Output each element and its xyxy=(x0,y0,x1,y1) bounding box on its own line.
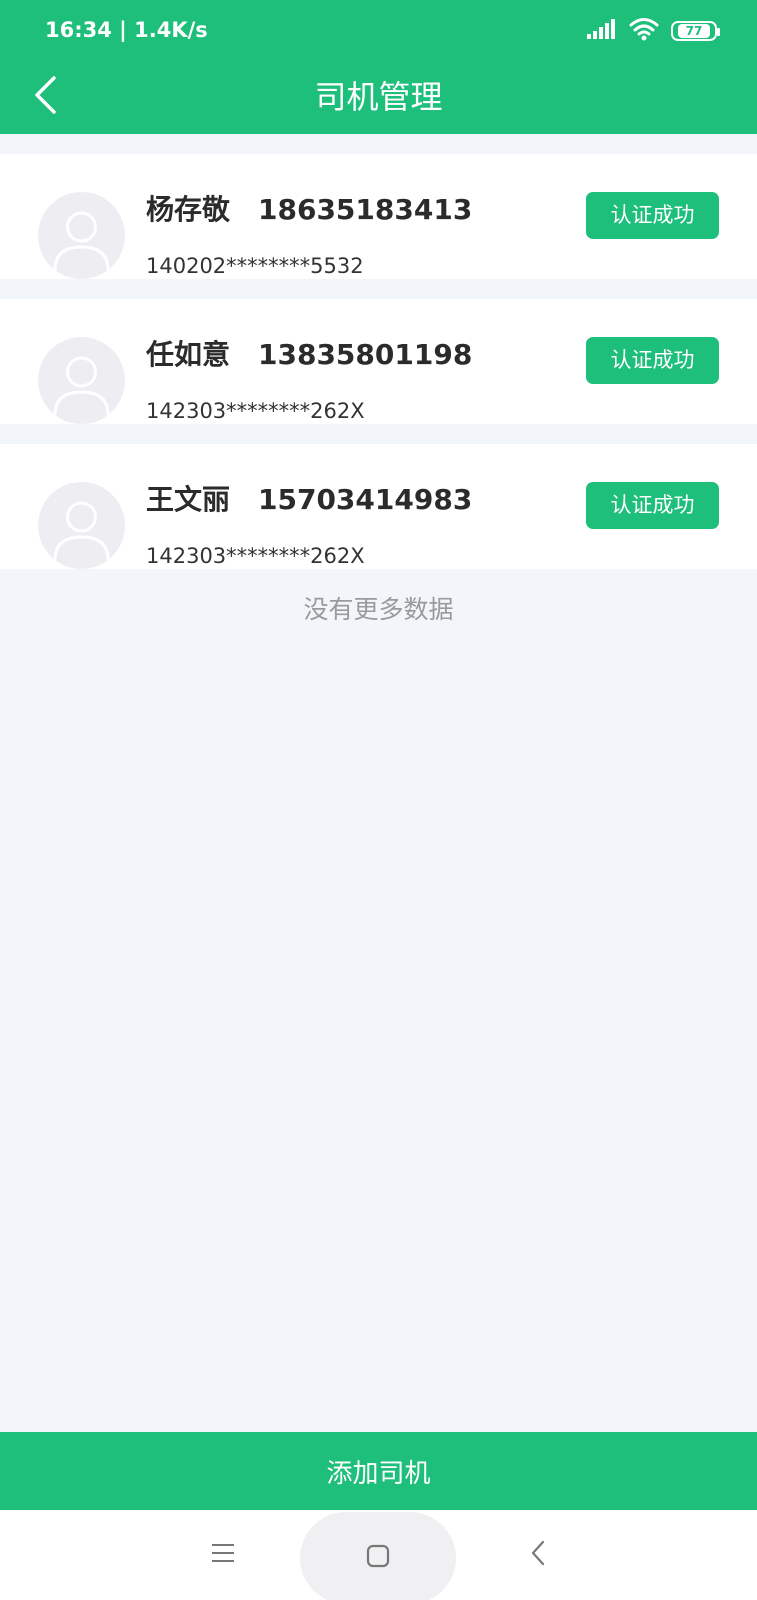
home-icon xyxy=(365,1543,391,1573)
battery-level: 77 xyxy=(677,24,711,38)
avatar xyxy=(38,192,125,279)
driver-card[interactable]: 王文丽 15703414983 142303********262X 认证成功 xyxy=(0,444,757,569)
user-icon xyxy=(53,211,110,271)
add-driver-button[interactable]: 添加司机 xyxy=(0,1432,757,1510)
user-icon xyxy=(53,501,110,561)
system-nav-bar xyxy=(0,1510,757,1600)
status-badge[interactable]: 认证成功 xyxy=(586,482,719,529)
avatar xyxy=(38,482,125,569)
battery-icon: 77 xyxy=(671,21,720,41)
driver-phone: 15703414983 xyxy=(258,483,473,516)
signal-icon xyxy=(587,19,617,43)
menu-button[interactable] xyxy=(190,1510,256,1600)
status-badge[interactable]: 认证成功 xyxy=(586,337,719,384)
driver-id-number: 140202********5532 xyxy=(146,254,364,278)
driver-phone: 13835801198 xyxy=(258,338,473,371)
system-back-button[interactable] xyxy=(505,1510,571,1600)
driver-name: 杨存敬 xyxy=(146,193,231,226)
status-time: 16:34 | 1.4K/s xyxy=(45,18,208,42)
status-bar: 16:34 | 1.4K/s 77 xyxy=(0,0,757,62)
driver-card[interactable]: 杨存敬 18635183413 140202********5532 认证成功 xyxy=(0,154,757,279)
driver-name: 任如意 xyxy=(146,338,231,371)
menu-icon xyxy=(210,1542,236,1568)
driver-card[interactable]: 任如意 13835801198 142303********262X 认证成功 xyxy=(0,299,757,424)
driver-id-number: 142303********262X xyxy=(146,544,365,568)
driver-phone: 18635183413 xyxy=(258,193,473,226)
status-badge[interactable]: 认证成功 xyxy=(586,192,719,239)
no-more-data-text: 没有更多数据 xyxy=(303,595,454,624)
driver-list: 杨存敬 18635183413 140202********5532 认证成功 … xyxy=(0,154,757,589)
wifi-icon xyxy=(629,17,659,45)
user-icon xyxy=(53,356,110,416)
nav-bar: 司机管理 xyxy=(0,62,757,134)
status-icons: 77 xyxy=(587,17,720,45)
driver-id-number: 142303********262X xyxy=(146,399,365,423)
app-header: 16:34 | 1.4K/s 77 司机管理 xyxy=(0,0,757,134)
home-button[interactable] xyxy=(300,1512,456,1600)
driver-name: 王文丽 xyxy=(146,483,231,516)
page-title: 司机管理 xyxy=(314,78,443,116)
avatar xyxy=(38,337,125,424)
back-icon xyxy=(529,1539,547,1571)
